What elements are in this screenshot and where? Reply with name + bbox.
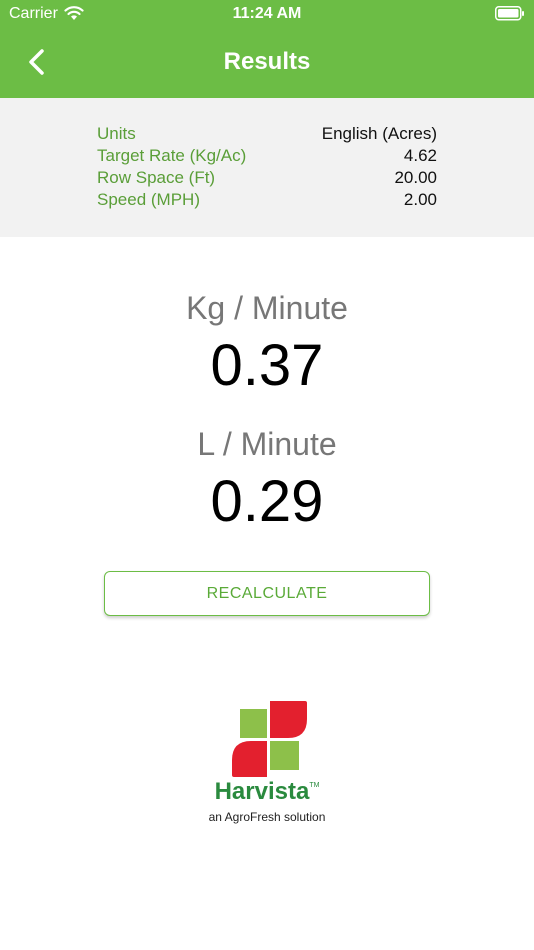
summary-value: 2.00	[403, 190, 437, 209]
l-per-minute-label: L / Minute	[197, 426, 337, 462]
battery-icon	[495, 6, 524, 21]
summary-value: English (Acres)	[321, 124, 437, 143]
kg-per-minute-value: 0.37	[210, 333, 324, 398]
brand-name: HarvistaTM	[0, 778, 534, 806]
summary-label: Target Rate (Kg/Ac)	[97, 146, 247, 165]
nav-header: Carrier 11:24 AM Results	[0, 0, 534, 98]
summary-row-row-space: Row Space (Ft) 20.00	[97, 168, 437, 190]
summary-value: 4.62	[403, 146, 437, 165]
brand-tagline: an AgroFresh solution	[208, 810, 326, 824]
summary-row-target-rate: Target Rate (Kg/Ac) 4.62	[97, 146, 437, 168]
summary-row-units: Units English (Acres)	[97, 124, 437, 146]
kg-per-minute-label: Kg / Minute	[186, 290, 348, 326]
brand-text: Harvista	[214, 778, 310, 805]
status-time: 11:24 AM	[232, 5, 302, 22]
recalculate-button[interactable]: RECALCULATE	[104, 571, 430, 616]
harvista-logo-icon	[232, 701, 307, 777]
l-per-minute-value: 0.29	[210, 469, 324, 534]
summary-label: Units	[97, 124, 136, 143]
summary-label: Row Space (Ft)	[97, 168, 216, 187]
summary-value: 20.00	[394, 168, 437, 187]
status-bar: Carrier 11:24 AM	[0, 0, 534, 28]
summary-label: Speed (MPH)	[97, 190, 200, 209]
summary-row-speed: Speed (MPH) 2.00	[97, 190, 437, 212]
page-title: Results	[223, 48, 311, 75]
input-summary-panel: Units English (Acres) Target Rate (Kg/Ac…	[0, 98, 534, 237]
trademark-mark: TM	[309, 782, 320, 789]
